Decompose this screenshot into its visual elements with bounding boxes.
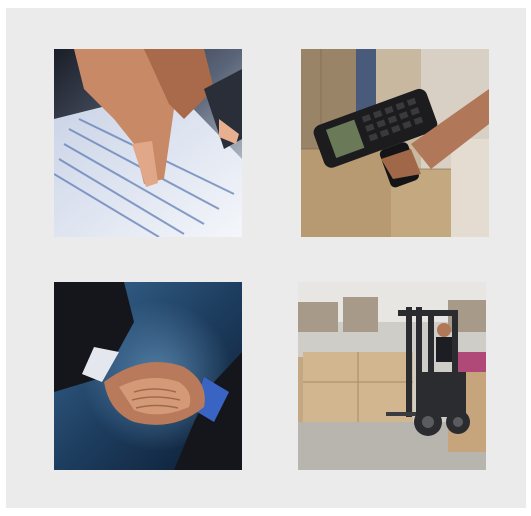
handshake-photo [54,282,242,470]
image-grid-panel [6,8,526,508]
forklift-warehouse-photo [298,282,486,470]
barcode-scanner-photo [301,49,489,237]
document-review-photo [54,49,242,237]
